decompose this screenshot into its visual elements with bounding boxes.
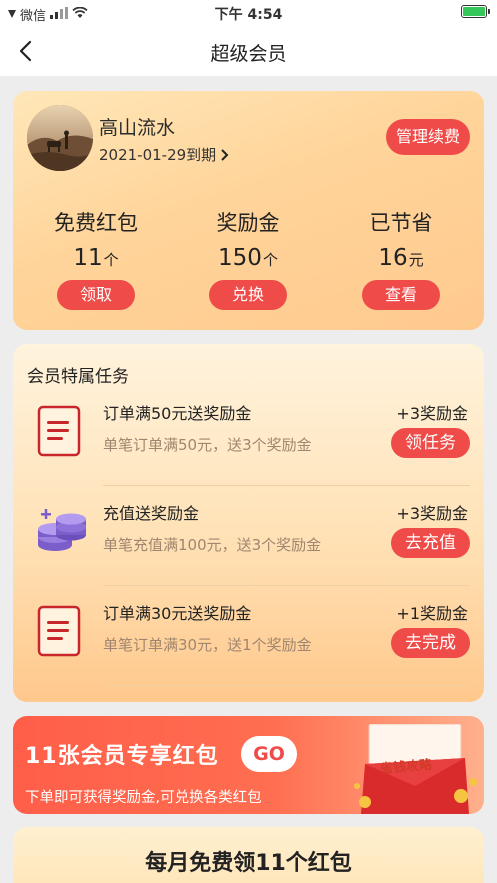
task-desc: 单笔订单满30元，送1个奖励金 xyxy=(103,636,312,654)
stat-unit: 个 xyxy=(103,251,119,269)
status-time: 下午 4:54 xyxy=(214,7,283,23)
document-icon xyxy=(31,401,87,457)
tasks-title: 会员特属任务 xyxy=(27,367,129,387)
task-item: 订单满50元送奖励金 单笔订单满50元，送3个奖励金 +3奖励金 领任务 xyxy=(13,386,484,486)
task-name: 订单满50元送奖励金 xyxy=(103,404,252,423)
nav-bar: 超级会员 xyxy=(0,26,497,76)
task-desc: 单笔订单满50元，送3个奖励金 xyxy=(103,436,312,454)
chevron-right-icon xyxy=(221,148,229,161)
exchange-button[interactable]: 兑换 xyxy=(209,280,287,310)
manage-renewal-button[interactable]: 管理续费 xyxy=(385,119,470,155)
recharge-button[interactable]: 去充值 xyxy=(391,528,470,558)
monthly-title: 每月免费领11个红包 xyxy=(145,851,352,876)
stat-value: 11个 xyxy=(21,245,171,271)
stat-number: 150 xyxy=(218,245,262,271)
task-item: 订单满30元送奖励金 单笔订单满30元，送1个奖励金 +1奖励金 去完成 xyxy=(13,586,484,686)
stat-label: 免费红包 xyxy=(54,211,138,235)
battery-indicator xyxy=(461,5,490,18)
redpacket-banner[interactable]: 11张会员专享红包 GO 下单即可获得奖励金,可兑换各类红包 省钱攻略 xyxy=(13,716,484,814)
page-title: 超级会员 xyxy=(210,43,287,65)
avatar-image xyxy=(27,105,93,171)
accept-task-button[interactable]: 领任务 xyxy=(391,428,470,458)
coins-icon xyxy=(31,501,87,557)
task-name: 订单满30元送奖励金 xyxy=(103,604,252,623)
expire-date-text: 2021-01-29到期 xyxy=(99,146,217,164)
task-item: 充值送奖励金 单笔充值满100元，送3个奖励金 +3奖励金 去充值 xyxy=(13,486,484,586)
member-name: 高山流水 xyxy=(99,117,176,139)
stat-number: 11 xyxy=(73,245,103,271)
member-card: 高山流水 2021-01-29到期 管理续费 免费红包 11个 领取 奖励金 1… xyxy=(13,91,484,330)
stat-saved: 已节省 16元 查看 xyxy=(326,207,476,310)
stat-value: 150个 xyxy=(173,245,323,271)
claim-button[interactable]: 领取 xyxy=(57,280,135,310)
divider xyxy=(103,685,470,686)
complete-button[interactable]: 去完成 xyxy=(391,628,470,658)
monthly-card: 每月免费领11个红包 xyxy=(13,827,484,883)
banner-title: 11张会员专享红包 xyxy=(25,744,219,769)
go-button[interactable]: GO xyxy=(241,736,297,772)
task-name: 充值送奖励金 xyxy=(103,504,200,523)
task-reward: +1奖励金 xyxy=(396,604,468,623)
tasks-card: 会员特属任务 订单满50元送奖励金 单笔订单满50元，送3个奖励金 +3奖励金 … xyxy=(13,344,484,702)
document-icon xyxy=(31,601,87,657)
stat-label: 已节省 xyxy=(369,211,433,235)
stat-free-redpacket: 免费红包 11个 领取 xyxy=(21,207,171,310)
stat-unit: 元 xyxy=(408,251,424,269)
battery-icon xyxy=(461,5,490,18)
stat-reward: 奖励金 150个 兑换 xyxy=(173,207,323,310)
status-bar: 微信 下午 4:54 xyxy=(0,0,497,26)
stat-value: 16元 xyxy=(326,245,476,271)
view-button[interactable]: 查看 xyxy=(362,280,440,310)
stat-label: 奖励金 xyxy=(216,211,280,235)
task-reward: +3奖励金 xyxy=(396,504,468,523)
avatar[interactable] xyxy=(27,105,93,171)
stat-number: 16 xyxy=(378,245,408,271)
banner-subtitle: 下单即可获得奖励金,可兑换各类红包 xyxy=(25,790,262,806)
task-reward: +3奖励金 xyxy=(396,404,468,423)
stat-unit: 个 xyxy=(262,251,278,269)
task-desc: 单笔充值满100元，送3个奖励金 xyxy=(103,536,322,554)
expire-date-link[interactable]: 2021-01-29到期 xyxy=(99,144,230,165)
